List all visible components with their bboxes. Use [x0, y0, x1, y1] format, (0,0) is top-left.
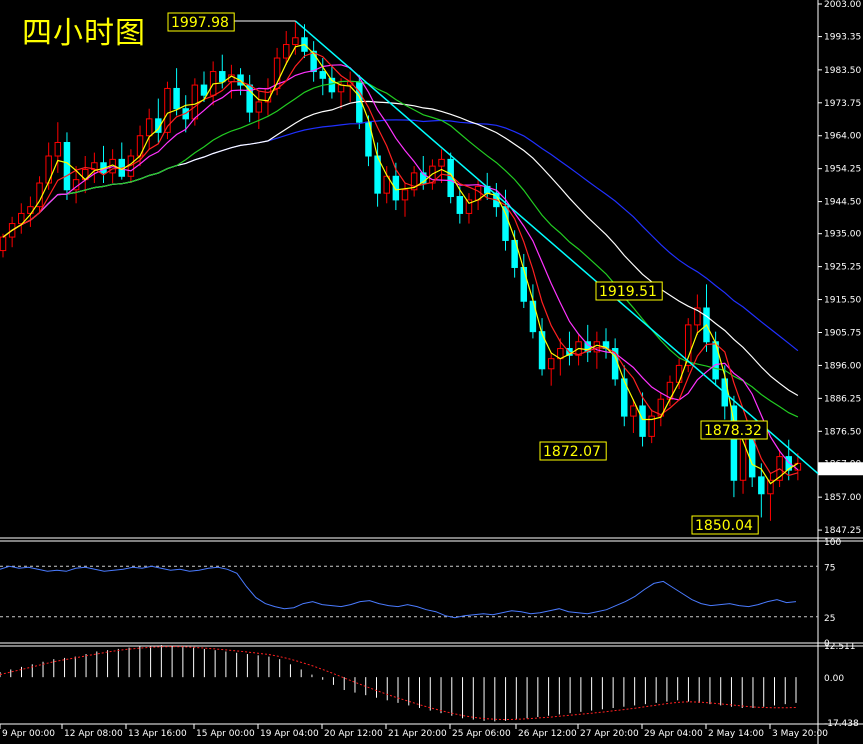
candle	[63, 141, 71, 191]
y-tick-label: 1896.00	[824, 361, 861, 371]
last-price-label: 1865.41	[821, 465, 858, 475]
rsi-tick-label: 25	[824, 614, 835, 624]
price-annotation: 1997.98	[171, 15, 229, 31]
trend-line	[294, 20, 819, 475]
candle	[502, 206, 509, 241]
x-tick-label: 12 Apr 08:00	[64, 729, 123, 739]
x-tick-label: 9 Apr 00:00	[2, 729, 55, 739]
candle	[456, 196, 464, 214]
candle	[145, 118, 153, 137]
ma5-line	[2, 43, 799, 485]
candle	[520, 266, 528, 302]
price-annotation: 1878.32	[704, 423, 762, 439]
candle	[758, 476, 765, 495]
candle	[282, 44, 290, 59]
y-tick-label: 1915.50	[824, 296, 861, 306]
y-tick-label: 1973.75	[824, 99, 861, 109]
y-tick-label: 1905.75	[824, 328, 861, 338]
y-tick-label: 1944.50	[824, 198, 861, 208]
candle	[675, 364, 683, 383]
candle	[191, 84, 199, 120]
x-tick-label: 19 Apr 04:00	[260, 729, 319, 739]
candle	[54, 141, 62, 157]
rsi-line	[0, 565, 797, 619]
price-annotation: 1872.07	[543, 444, 601, 460]
y-tick-label: 1983.50	[824, 66, 861, 76]
y-tick-label: 1964.00	[824, 132, 861, 142]
candle	[630, 405, 637, 417]
macd-tick-label: -17.438	[824, 719, 859, 729]
y-tick-label: 1925.25	[824, 263, 861, 273]
rsi-tick-label: 75	[824, 563, 835, 573]
x-tick-label: 21 Apr 20:00	[388, 729, 447, 739]
candle	[173, 87, 180, 110]
x-tick-label: 2 May 14:00	[708, 729, 764, 739]
candle	[639, 405, 646, 437]
candle	[748, 435, 756, 478]
candle	[438, 158, 445, 167]
ma20-line	[2, 64, 799, 471]
candle	[0, 236, 7, 252]
x-tick-label: 26 Apr 12:00	[518, 729, 577, 739]
x-tick-label: 13 Apr 16:00	[128, 729, 187, 739]
candle	[392, 175, 400, 201]
candle	[219, 71, 226, 83]
candle	[739, 435, 747, 481]
x-tick-label: 27 Apr 20:00	[580, 729, 639, 739]
candle	[712, 341, 719, 380]
x-tick-label: 15 Apr 00:00	[196, 729, 255, 739]
chart-canvas[interactable]: 2003.00 1993.35 1983.50 1973.75 1964.00 1954.…	[0, 0, 863, 744]
x-tick-label: 20 Apr 12:00	[324, 729, 383, 739]
x-tick-label: 25 Apr 06:00	[452, 729, 511, 739]
y-tick-label: 1886.25	[824, 394, 861, 404]
macd-tick-label: 0.00	[824, 674, 844, 684]
y-tick-label: 1993.35	[824, 33, 861, 43]
x-tick-label: 3 May 20:00	[772, 729, 828, 739]
macd-tick-label: 12.511	[824, 642, 856, 652]
candle	[401, 189, 409, 201]
y-tick-label: 1935.00	[824, 230, 861, 240]
rsi-tick-label: 100	[824, 538, 841, 548]
candle	[200, 84, 208, 96]
price-annotation: 1919.51	[599, 284, 657, 300]
candle	[45, 155, 52, 184]
y-tick-label: 2003.00	[824, 0, 861, 10]
candle	[319, 71, 327, 79]
y-tick-label: 1847.25	[824, 526, 861, 536]
ma10-line	[2, 51, 799, 477]
candle	[547, 358, 555, 370]
candle	[337, 84, 345, 93]
y-tick-label: 1954.25	[824, 165, 861, 175]
candle	[292, 37, 299, 46]
candle	[465, 199, 473, 214]
y-tick-label: 1876.50	[824, 427, 861, 437]
y-tick-label: 1857.00	[824, 493, 861, 503]
candle	[255, 101, 263, 113]
x-tick-label: 29 Apr 04:00	[644, 729, 703, 739]
price-annotation: 1850.04	[695, 518, 753, 534]
candle	[730, 405, 738, 481]
